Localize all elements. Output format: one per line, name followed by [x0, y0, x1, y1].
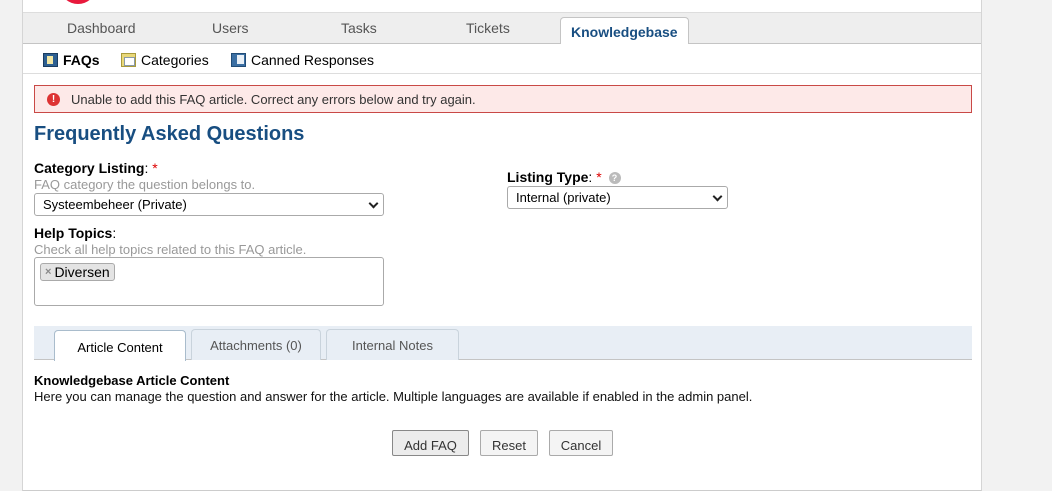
nav-tab-tickets[interactable]: Tickets — [466, 20, 510, 36]
subnav-item-categories[interactable]: Categories — [121, 52, 209, 68]
error-banner: ! Unable to add this FAQ article. Correc… — [34, 85, 972, 113]
nav-tab-users[interactable]: Users — [212, 20, 249, 36]
main-container: Dashboard Users Tasks Tickets Knowledgeb… — [22, 0, 982, 491]
listing-type-select-value: Internal (private) — [516, 190, 611, 205]
nav-tab-knowledgebase[interactable]: Knowledgebase — [560, 17, 689, 46]
category-select-value: Systeembeheer (Private) — [43, 197, 187, 212]
main-nav: Dashboard Users Tasks Tickets Knowledgeb… — [23, 12, 981, 46]
help-topics-label-text: Help Topics — [34, 225, 113, 241]
help-topic-chip: × Diversen — [40, 263, 115, 281]
nav-tab-dashboard[interactable]: Dashboard — [67, 20, 136, 36]
tab-internal-notes[interactable]: Internal Notes — [326, 329, 459, 360]
subnav-item-canned-responses[interactable]: Canned Responses — [231, 52, 374, 68]
category-label: Category Listing: * — [34, 160, 158, 176]
help-topics-hint: Check all help topics related to this FA… — [34, 242, 307, 257]
error-icon: ! — [47, 92, 60, 106]
remove-chip-icon[interactable]: × — [45, 266, 51, 278]
add-faq-button[interactable]: Add FAQ — [392, 430, 469, 456]
help-icon[interactable]: ? — [608, 172, 621, 184]
subnav-item-label: Canned Responses — [251, 52, 374, 68]
help-topics-multiselect[interactable]: × Diversen — [34, 257, 384, 306]
subnav-item-label: Categories — [141, 52, 209, 68]
page-title: Frequently Asked Questions — [34, 123, 305, 145]
listing-type-label-text: Listing Type — [507, 169, 589, 185]
required-marker: * — [152, 160, 158, 176]
label-colon: : — [588, 169, 593, 185]
categories-icon — [121, 53, 136, 67]
tab-article-content[interactable]: Article Content — [54, 330, 186, 361]
required-marker: * — [596, 169, 602, 185]
error-message: Unable to add this FAQ article. Correct … — [71, 91, 476, 107]
section-title: Knowledgebase Article Content — [34, 373, 230, 388]
article-tabs: Article Content Attachments (0) Internal… — [34, 326, 972, 361]
faq-icon — [43, 53, 58, 67]
category-label-text: Category Listing — [34, 160, 145, 176]
listing-type-select[interactable]: Internal (private) — [507, 186, 728, 209]
tab-attachments[interactable]: Attachments (0) — [191, 329, 321, 360]
canned-responses-icon — [231, 53, 246, 67]
section-description: Here you can manage the question and ans… — [34, 389, 753, 404]
help-topics-label: Help Topics: — [34, 225, 116, 241]
category-select[interactable]: Systeembeheer (Private) — [34, 193, 384, 216]
label-colon: : — [112, 225, 117, 241]
chevron-down-icon — [712, 191, 723, 202]
logo — [61, 0, 95, 4]
cancel-button[interactable]: Cancel — [549, 430, 613, 456]
listing-type-label: Listing Type: * ? — [507, 169, 621, 185]
chevron-down-icon — [368, 198, 379, 209]
nav-tab-tasks[interactable]: Tasks — [341, 20, 377, 36]
subnav-item-label: FAQs — [63, 52, 100, 68]
sub-nav: FAQs Categories Canned Responses — [23, 44, 981, 74]
reset-button[interactable]: Reset — [480, 430, 538, 456]
category-hint: FAQ category the question belongs to. — [34, 177, 256, 192]
subnav-item-faqs[interactable]: FAQs — [43, 52, 100, 68]
label-colon: : — [144, 160, 149, 176]
help-topic-chip-label: Diversen — [54, 264, 110, 280]
